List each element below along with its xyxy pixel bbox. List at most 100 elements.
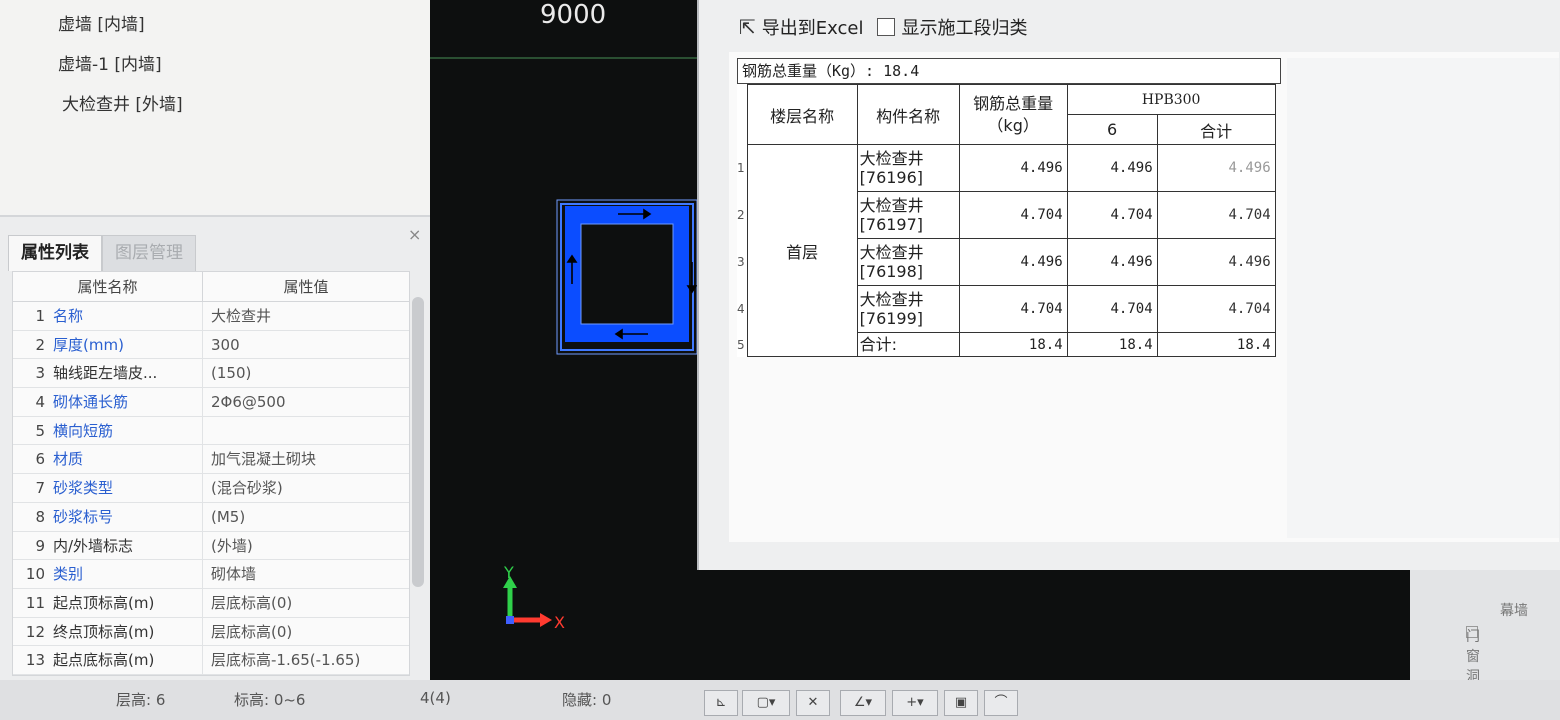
total-weight-cell: 4.496 [958,238,1068,286]
header-sum: 合计 [1156,114,1276,145]
dia-6-cell: 4.704 [1066,191,1158,239]
status-floor-height: 层高: 6 [116,691,166,709]
property-row[interactable]: 2 厚度(mm) 300 [13,330,409,360]
property-row[interactable]: 8 砂浆标号 (M5) [13,502,409,532]
property-row[interactable]: 13 起点底标高(m) 层底标高-1.65(-1.65) [13,646,409,675]
tool-arc-icon[interactable]: ⌒ [984,690,1018,716]
property-value[interactable]: 2Φ6@500 [203,388,409,416]
dia-6-cell: 4.496 [1066,144,1158,192]
property-row[interactable]: 10 类别 砌体墙 [13,560,409,589]
show-stage-label[interactable]: 显示施工段归类 [901,14,1027,40]
property-row[interactable]: 3 轴线距左墙皮... (150) [13,359,409,389]
row-index: 2 [737,208,745,222]
property-value[interactable]: 300 [203,331,409,359]
property-value[interactable]: (外墙) [203,532,409,560]
property-value[interactable]: (M5) [203,503,409,531]
sum-cell: 4.704 [1156,285,1276,333]
property-row-number: 6 [35,450,45,469]
property-name: 砂浆标号 [51,502,203,531]
tool-cross-icon[interactable]: ✕ [796,690,830,716]
export-icon[interactable]: ⇱ [739,15,756,39]
inspection-well-walls[interactable] [556,199,698,355]
component-name-cell: 大检查井[76196] [856,144,960,192]
row-index: 4 [737,302,745,316]
property-row-number: 1 [35,307,45,325]
sum-cell: 4.496 [1156,144,1276,192]
property-name: 轴线距左墙皮... [51,359,203,388]
rebar-report-dialog: ⇱ 导出到Excel 显示施工段归类 钢筋总重量（Kg）: 18.4 楼层名称 … [697,0,1560,570]
close-icon[interactable]: × [408,225,421,244]
property-table: 属性名称 属性值 1 名称 大检查井 2 厚度(mm) 300 3 轴线距左墙皮... (150… [12,271,410,676]
total-weight-cell: 4.496 [958,144,1068,192]
property-name: 厚度(mm) [51,330,203,359]
total-weight-cell: 4.704 [958,191,1068,239]
grand-sum-cell: 18.4 [1156,332,1276,357]
tab-layer-management[interactable]: 图层管理 [102,235,196,271]
property-row[interactable]: 12 终点顶标高(m) 层底标高(0) [13,617,409,647]
header-floor: 楼层名称 [746,84,858,145]
header-property-value: 属性值 [283,278,329,296]
property-row[interactable]: 11 起点顶标高(m) 层底标高(0) [13,588,409,618]
property-value[interactable]: (150) [203,359,409,387]
property-name: 类别 [51,560,203,588]
header-component: 构件名称 [856,84,960,145]
status-count: 4(4) [420,689,451,707]
status-elevation: 标高: 0~6 [234,691,306,709]
tab-property-list[interactable]: 属性列表 [8,235,102,271]
property-table-header: 属性名称 属性值 [13,272,409,302]
property-row-number: 2 [35,335,45,354]
dia-6-cell: 4.704 [1066,285,1158,333]
property-name: 砂浆类型 [51,474,203,502]
property-row-number: 5 [35,421,45,440]
property-row[interactable]: 7 砂浆类型 (混合砂浆) [13,474,409,503]
property-value[interactable]: 层底标高(0) [203,618,409,646]
floor-name-cell: 首层 [746,144,858,357]
properties-panel: × 属性列表 图层管理 属性名称 属性值 1 名称 大检查井 2 厚度(mm) 300 3 轴… [0,215,440,680]
property-value[interactable]: 层底标高-1.65(-1.65) [203,646,409,674]
tool-angle-icon[interactable]: ∠▾ [840,690,886,716]
header-dia-6: 6 [1066,114,1158,145]
tool-offset-icon[interactable]: +▾ [892,690,938,716]
y-axis-label: Y [503,563,514,582]
header-total-weight: 钢筋总重量（kg） [958,84,1068,145]
axis-gizmo: Y X [503,563,565,632]
component-item-inspection-well[interactable]: 大检查井 [外墙] [62,90,183,115]
property-name: 名称 [51,302,203,330]
property-row-number: 4 [35,393,45,412]
status-hidden: 隐藏: 0 [562,691,612,709]
properties-scrollbar[interactable] [412,297,424,587]
show-stage-checkbox[interactable] [877,18,896,36]
property-value[interactable]: (混合砂浆) [203,474,409,502]
property-value[interactable]: 层底标高(0) [203,589,409,617]
property-value[interactable]: 砌体墙 [203,560,409,588]
property-row-number: 13 [25,651,45,670]
property-row-number: 7 [35,479,45,498]
component-item-virtual-wall[interactable]: 虚墙 [内墙] [58,10,145,35]
component-item-virtual-wall-1[interactable]: 虚墙-1 [内墙] [58,50,162,75]
total-weight-line: 钢筋总重量（Kg）: 18.4 [737,58,1281,84]
row-index: 5 [737,337,745,352]
property-row-number: 11 [25,593,45,612]
property-row[interactable]: 4 砌体通长筋 2Φ6@500 [13,388,409,417]
total-weight-sum-cell: 18.4 [958,332,1068,357]
export-excel-button[interactable]: 导出到Excel [762,14,864,40]
property-value[interactable] [203,417,409,445]
tool-display-icon[interactable]: ▣ [944,690,978,716]
property-value[interactable]: 加气混凝土砌块 [203,445,409,473]
property-value[interactable]: 大检查井 [203,302,409,330]
tool-select-rect-icon[interactable]: ▢▾ [742,690,790,716]
header-property-name: 属性名称 [13,272,203,301]
property-row-number: 8 [35,507,45,526]
property-name: 材质 [51,445,203,474]
rebar-row[interactable]: 1 首层 大检查井[76196] 4.496 4.496 4.496 [737,144,1276,357]
property-row[interactable]: 9 内/外墙标志 (外墙) [13,531,409,561]
property-row[interactable]: 5 横向短筋 [13,416,409,446]
sum-cell: 4.704 [1156,191,1276,239]
index-cell [737,85,747,145]
right-item-curtain-wall[interactable]: 幕墙 [1500,600,1528,620]
tool-ortho-icon[interactable]: ⊾ [704,690,738,716]
property-row[interactable]: 6 材质 加气混凝土砌块 [13,445,409,475]
report-toolbar: ⇱ 导出到Excel 显示施工段归类 [739,14,1027,40]
component-list: 虚墙 [内墙] 虚墙-1 [内墙] 大检查井 [外墙] [0,0,430,215]
property-row[interactable]: 1 名称 大检查井 [13,302,409,331]
